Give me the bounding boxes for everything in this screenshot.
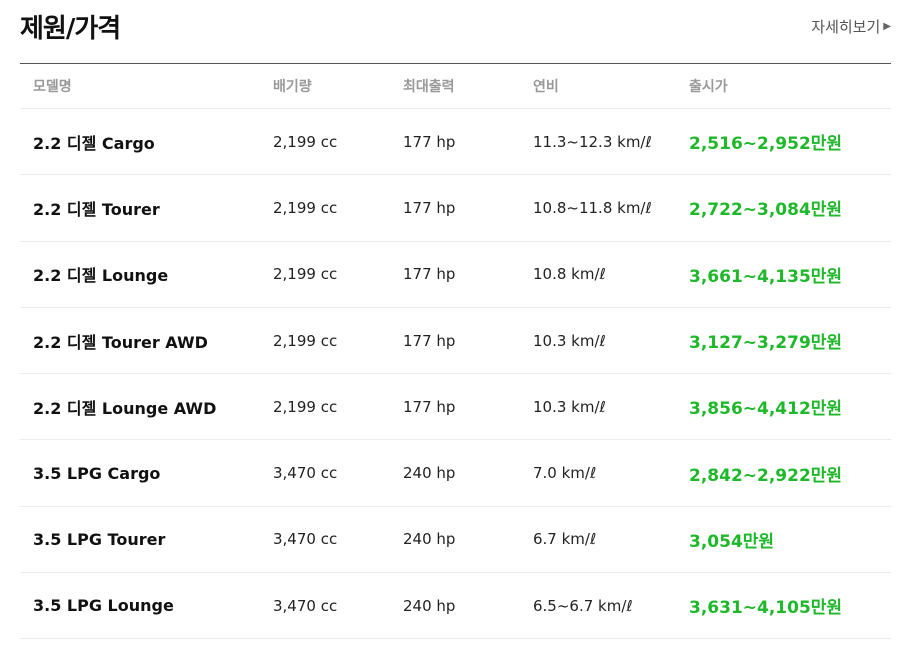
table-row[interactable]: 2.2 디젤 Tourer AWD 2,199 cc 177 hp 10.3 km/ℓ… [20,307,891,375]
column-header-price: 출시가 [689,63,891,109]
cell-fuel-economy: 10.8~11.8 km/ℓ [533,174,689,242]
column-header-model: 모델명 [20,63,273,109]
cell-fuel-economy: 10.8 km/ℓ [533,241,689,308]
cell-power: 177 hp [403,108,533,176]
table-row[interactable]: 3.5 LPG Lounge 3,470 cc 240 hp 6.5~6.7 km/ℓ… [20,572,891,640]
cell-model: 3.5 LPG Tourer [20,506,273,574]
cell-power: 240 hp [403,439,533,507]
cell-displacement: 2,199 cc [273,241,403,308]
cell-price: 2,516~2,952만원 [689,108,891,176]
table-row[interactable]: 2.2 디젤 Lounge AWD 2,199 cc 177 hp 10.3 km/ℓ… [20,373,891,441]
cell-power: 177 hp [403,307,533,375]
cell-fuel-economy: 11.3~12.3 km/ℓ [533,108,689,176]
cell-price: 3,856~4,412만원 [689,373,891,441]
cell-fuel-economy: 10.3 km/ℓ [533,307,689,375]
cell-displacement: 2,199 cc [273,108,403,176]
column-header-fuel-economy: 연비 [533,63,689,109]
cell-model: 2.2 디젤 Cargo [20,108,273,176]
cell-price: 3,631~4,105만원 [689,572,891,640]
cell-price: 3,054만원 [689,506,891,574]
cell-model: 2.2 디젤 Lounge AWD [20,373,273,441]
cell-power: 177 hp [403,174,533,242]
cell-model: 3.5 LPG Cargo [20,439,273,507]
cell-power: 177 hp [403,241,533,308]
cell-fuel-economy: 7.0 km/ℓ [533,439,689,507]
cell-model: 3.5 LPG Lounge [20,572,273,640]
column-header-power: 최대출력 [403,63,533,109]
table-row[interactable]: 2.2 디젤 Tourer 2,199 cc 177 hp 10.8~11.8 km/… [20,174,891,242]
cell-model: 2.2 디젤 Lounge [20,241,273,308]
table-header-row: 모델명 배기량 최대출력 연비 출시가 [20,63,891,109]
cell-displacement: 2,199 cc [273,373,403,441]
cell-fuel-economy: 6.7 km/ℓ [533,506,689,574]
cell-fuel-economy: 10.3 km/ℓ [533,373,689,441]
cell-model: 2.2 디젤 Tourer AWD [20,307,273,375]
cell-power: 240 hp [403,572,533,640]
table-row[interactable]: 3.5 LPG Tourer 3,470 cc 240 hp 6.7 km/ℓ 3,05… [20,506,891,574]
cell-displacement: 2,199 cc [273,174,403,242]
view-details-label: 자세히보기 [811,18,881,36]
spec-table: 모델명 배기량 최대출력 연비 출시가 2.2 디젤 Cargo 2,199 cc… [20,63,891,640]
section-title: 제원/가격 [20,14,121,44]
table-row[interactable]: 2.2 디젤 Lounge 2,199 cc 177 hp 10.8 km/ℓ 3,66… [20,241,891,308]
cell-power: 177 hp [403,373,533,441]
cell-model: 2.2 디젤 Tourer [20,174,273,242]
cell-displacement: 2,199 cc [273,307,403,375]
chevron-right-icon: ▶ [883,21,891,32]
cell-displacement: 3,470 cc [273,439,403,507]
cell-displacement: 3,470 cc [273,506,403,574]
spec-price-panel: 제원/가격 자세히보기 ▶ 모델명 배기량 최대출력 연비 출시가 2.2 디젤… [0,0,911,658]
cell-price: 3,127~3,279만원 [689,307,891,375]
cell-price: 3,661~4,135만원 [689,241,891,308]
column-header-displacement: 배기량 [273,63,403,109]
cell-fuel-economy: 6.5~6.7 km/ℓ [533,572,689,640]
cell-displacement: 3,470 cc [273,572,403,640]
cell-power: 240 hp [403,506,533,574]
view-details-link[interactable]: 자세히보기 ▶ [811,16,891,37]
table-row[interactable]: 3.5 LPG Cargo 3,470 cc 240 hp 7.0 km/ℓ 2,842… [20,439,891,507]
table-row[interactable]: 2.2 디젤 Cargo 2,199 cc 177 hp 11.3~12.3 km/ℓ… [20,108,891,176]
cell-price: 2,722~3,084만원 [689,174,891,242]
cell-price: 2,842~2,922만원 [689,439,891,507]
